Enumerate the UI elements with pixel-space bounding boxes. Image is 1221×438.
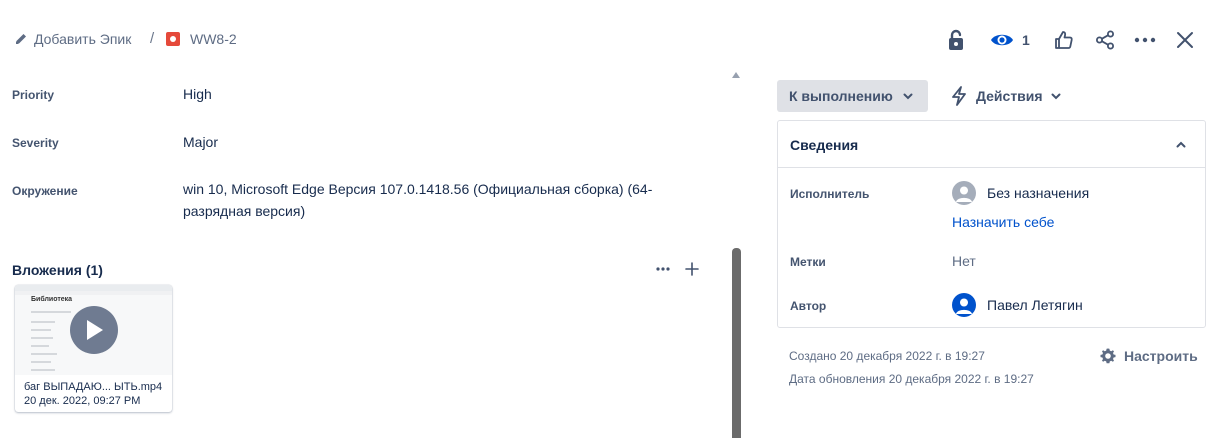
- assignee-value[interactable]: Без назначения: [952, 181, 1089, 205]
- chevron-up-icon[interactable]: [1174, 137, 1188, 151]
- created-date: Создано 20 декабря 2022 г. в 19:27: [789, 349, 985, 363]
- configure-label: Настроить: [1124, 348, 1198, 364]
- status-dropdown[interactable]: К выполнению: [777, 80, 928, 112]
- attachment-date: 20 дек. 2022, 09:27 PM: [24, 395, 141, 407]
- bug-icon: [166, 32, 180, 46]
- close-icon[interactable]: [1173, 28, 1197, 52]
- scroll-up-arrow[interactable]: [732, 72, 740, 78]
- labels-label: Метки: [790, 255, 826, 269]
- attachment-thumbnail: Библиотека: [15, 285, 172, 375]
- reporter-name: Павел Летягин: [987, 297, 1083, 313]
- assign-to-me-link[interactable]: Назначить себе: [952, 214, 1054, 230]
- details-title: Сведения: [790, 137, 859, 153]
- environment-label: Окружение: [12, 184, 78, 198]
- issue-header: Добавить Эпик / WW8-2 1: [0, 0, 1221, 80]
- watch-button[interactable]: 1: [990, 28, 1030, 52]
- attachments-more-icon[interactable]: [654, 260, 672, 278]
- attachment-name: баг ВЫПАДАЮ... ЫТЬ.mp4: [24, 381, 163, 393]
- actions-dropdown[interactable]: Действия: [950, 80, 1061, 112]
- watch-count: 1: [1022, 32, 1030, 48]
- thumbnail-heading: Библиотека: [31, 296, 73, 303]
- labels-value[interactable]: Нет: [952, 253, 976, 269]
- more-icon[interactable]: [1133, 28, 1157, 52]
- assignee-label: Исполнитель: [790, 187, 870, 201]
- add-epic-label: Добавить Эпик: [34, 31, 132, 47]
- actions-label: Действия: [976, 88, 1043, 104]
- updated-date: Дата обновления 20 декабря 2022 г. в 19:…: [789, 372, 1034, 386]
- chevron-down-icon: [1051, 93, 1061, 99]
- unlock-icon[interactable]: [944, 28, 968, 52]
- gear-icon: [1100, 348, 1116, 364]
- breadcrumb-separator: /: [150, 30, 155, 47]
- add-attachment-icon[interactable]: [683, 260, 701, 278]
- scrollbar-thumb[interactable]: [732, 248, 741, 438]
- add-epic-link[interactable]: Добавить Эпик: [14, 31, 131, 47]
- share-icon[interactable]: [1093, 28, 1117, 52]
- pencil-icon: [16, 34, 26, 44]
- status-label: К выполнению: [789, 88, 893, 104]
- severity-label: Severity: [12, 136, 59, 150]
- reporter-label: Автор: [790, 299, 827, 313]
- eye-icon: [991, 34, 1013, 46]
- attachments-title: Вложения (1): [12, 262, 103, 278]
- avatar: [952, 181, 976, 205]
- reporter-value[interactable]: Павел Летягин: [952, 293, 1083, 317]
- assignee-name: Без назначения: [987, 185, 1090, 201]
- lightning-icon: [952, 86, 966, 106]
- details-panel: Сведения Исполнитель Без назначения Назн…: [777, 120, 1206, 328]
- priority-label: Priority: [12, 88, 55, 102]
- details-header[interactable]: Сведения: [778, 121, 1205, 168]
- issue-key: WW8-2: [190, 31, 237, 47]
- thumbs-up-icon[interactable]: [1052, 28, 1076, 52]
- avatar: [952, 293, 976, 317]
- issue-key-link[interactable]: WW8-2: [166, 31, 237, 47]
- severity-value[interactable]: Major: [183, 131, 653, 153]
- priority-value[interactable]: High: [183, 83, 653, 105]
- chevron-down-icon: [903, 93, 913, 99]
- configure-button[interactable]: Настроить: [1099, 347, 1198, 365]
- attachment-card[interactable]: Библиотека баг ВЫПАДАЮ... ЫТЬ.mp4 20 дек…: [15, 285, 172, 412]
- play-icon[interactable]: [70, 306, 118, 354]
- environment-value[interactable]: win 10, Microsoft Edge Версия 107.0.1418…: [183, 178, 653, 222]
